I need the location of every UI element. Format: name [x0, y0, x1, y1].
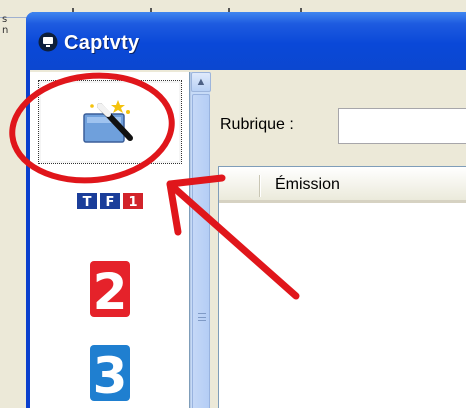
france-2-logo: 2 — [90, 261, 130, 319]
channel-item-tf1[interactable]: T F 1 — [38, 184, 182, 218]
channel-list-scrollbar[interactable]: ▲ — [190, 72, 211, 408]
rubrique-select[interactable] — [338, 108, 466, 144]
svg-text:1: 1 — [128, 195, 137, 210]
svg-text:F: F — [106, 195, 115, 210]
channel-item-wizard[interactable] — [38, 80, 182, 164]
column-header-emission[interactable]: Émission — [275, 176, 340, 194]
channel-list: T F 1 2 3 — [30, 72, 190, 408]
emission-list-header: Émission — [219, 167, 466, 203]
chevron-up-icon: ▲ — [195, 76, 207, 88]
svg-text:T: T — [83, 195, 92, 210]
channel-item-france2[interactable]: 2 — [38, 256, 182, 322]
scroll-grip-icon — [198, 313, 206, 321]
scroll-thumb[interactable] — [192, 94, 210, 408]
rubrique-label: Rubrique : — [220, 116, 294, 133]
app-monitor-icon — [38, 32, 58, 52]
tf1-logo: T F 1 — [77, 193, 143, 210]
magic-wand-icon — [83, 100, 133, 143]
emission-list[interactable]: Émission — [218, 166, 466, 408]
window-title: Captvty — [64, 32, 140, 54]
svg-text:2: 2 — [93, 263, 128, 319]
title-bar[interactable]: Captvty — [26, 12, 466, 70]
captvty-window: Captvty T F 1 2 3 ▲ Rubrique: Émission — [26, 12, 466, 408]
france-3-logo: 3 — [90, 345, 130, 403]
svg-text:3: 3 — [93, 347, 128, 403]
desktop-edge-text: sn — [2, 14, 9, 36]
scroll-up-button[interactable]: ▲ — [191, 72, 211, 92]
channel-item-france3[interactable]: 3 — [38, 340, 182, 406]
window-client-area: T F 1 2 3 ▲ Rubrique: Émission — [30, 70, 466, 408]
